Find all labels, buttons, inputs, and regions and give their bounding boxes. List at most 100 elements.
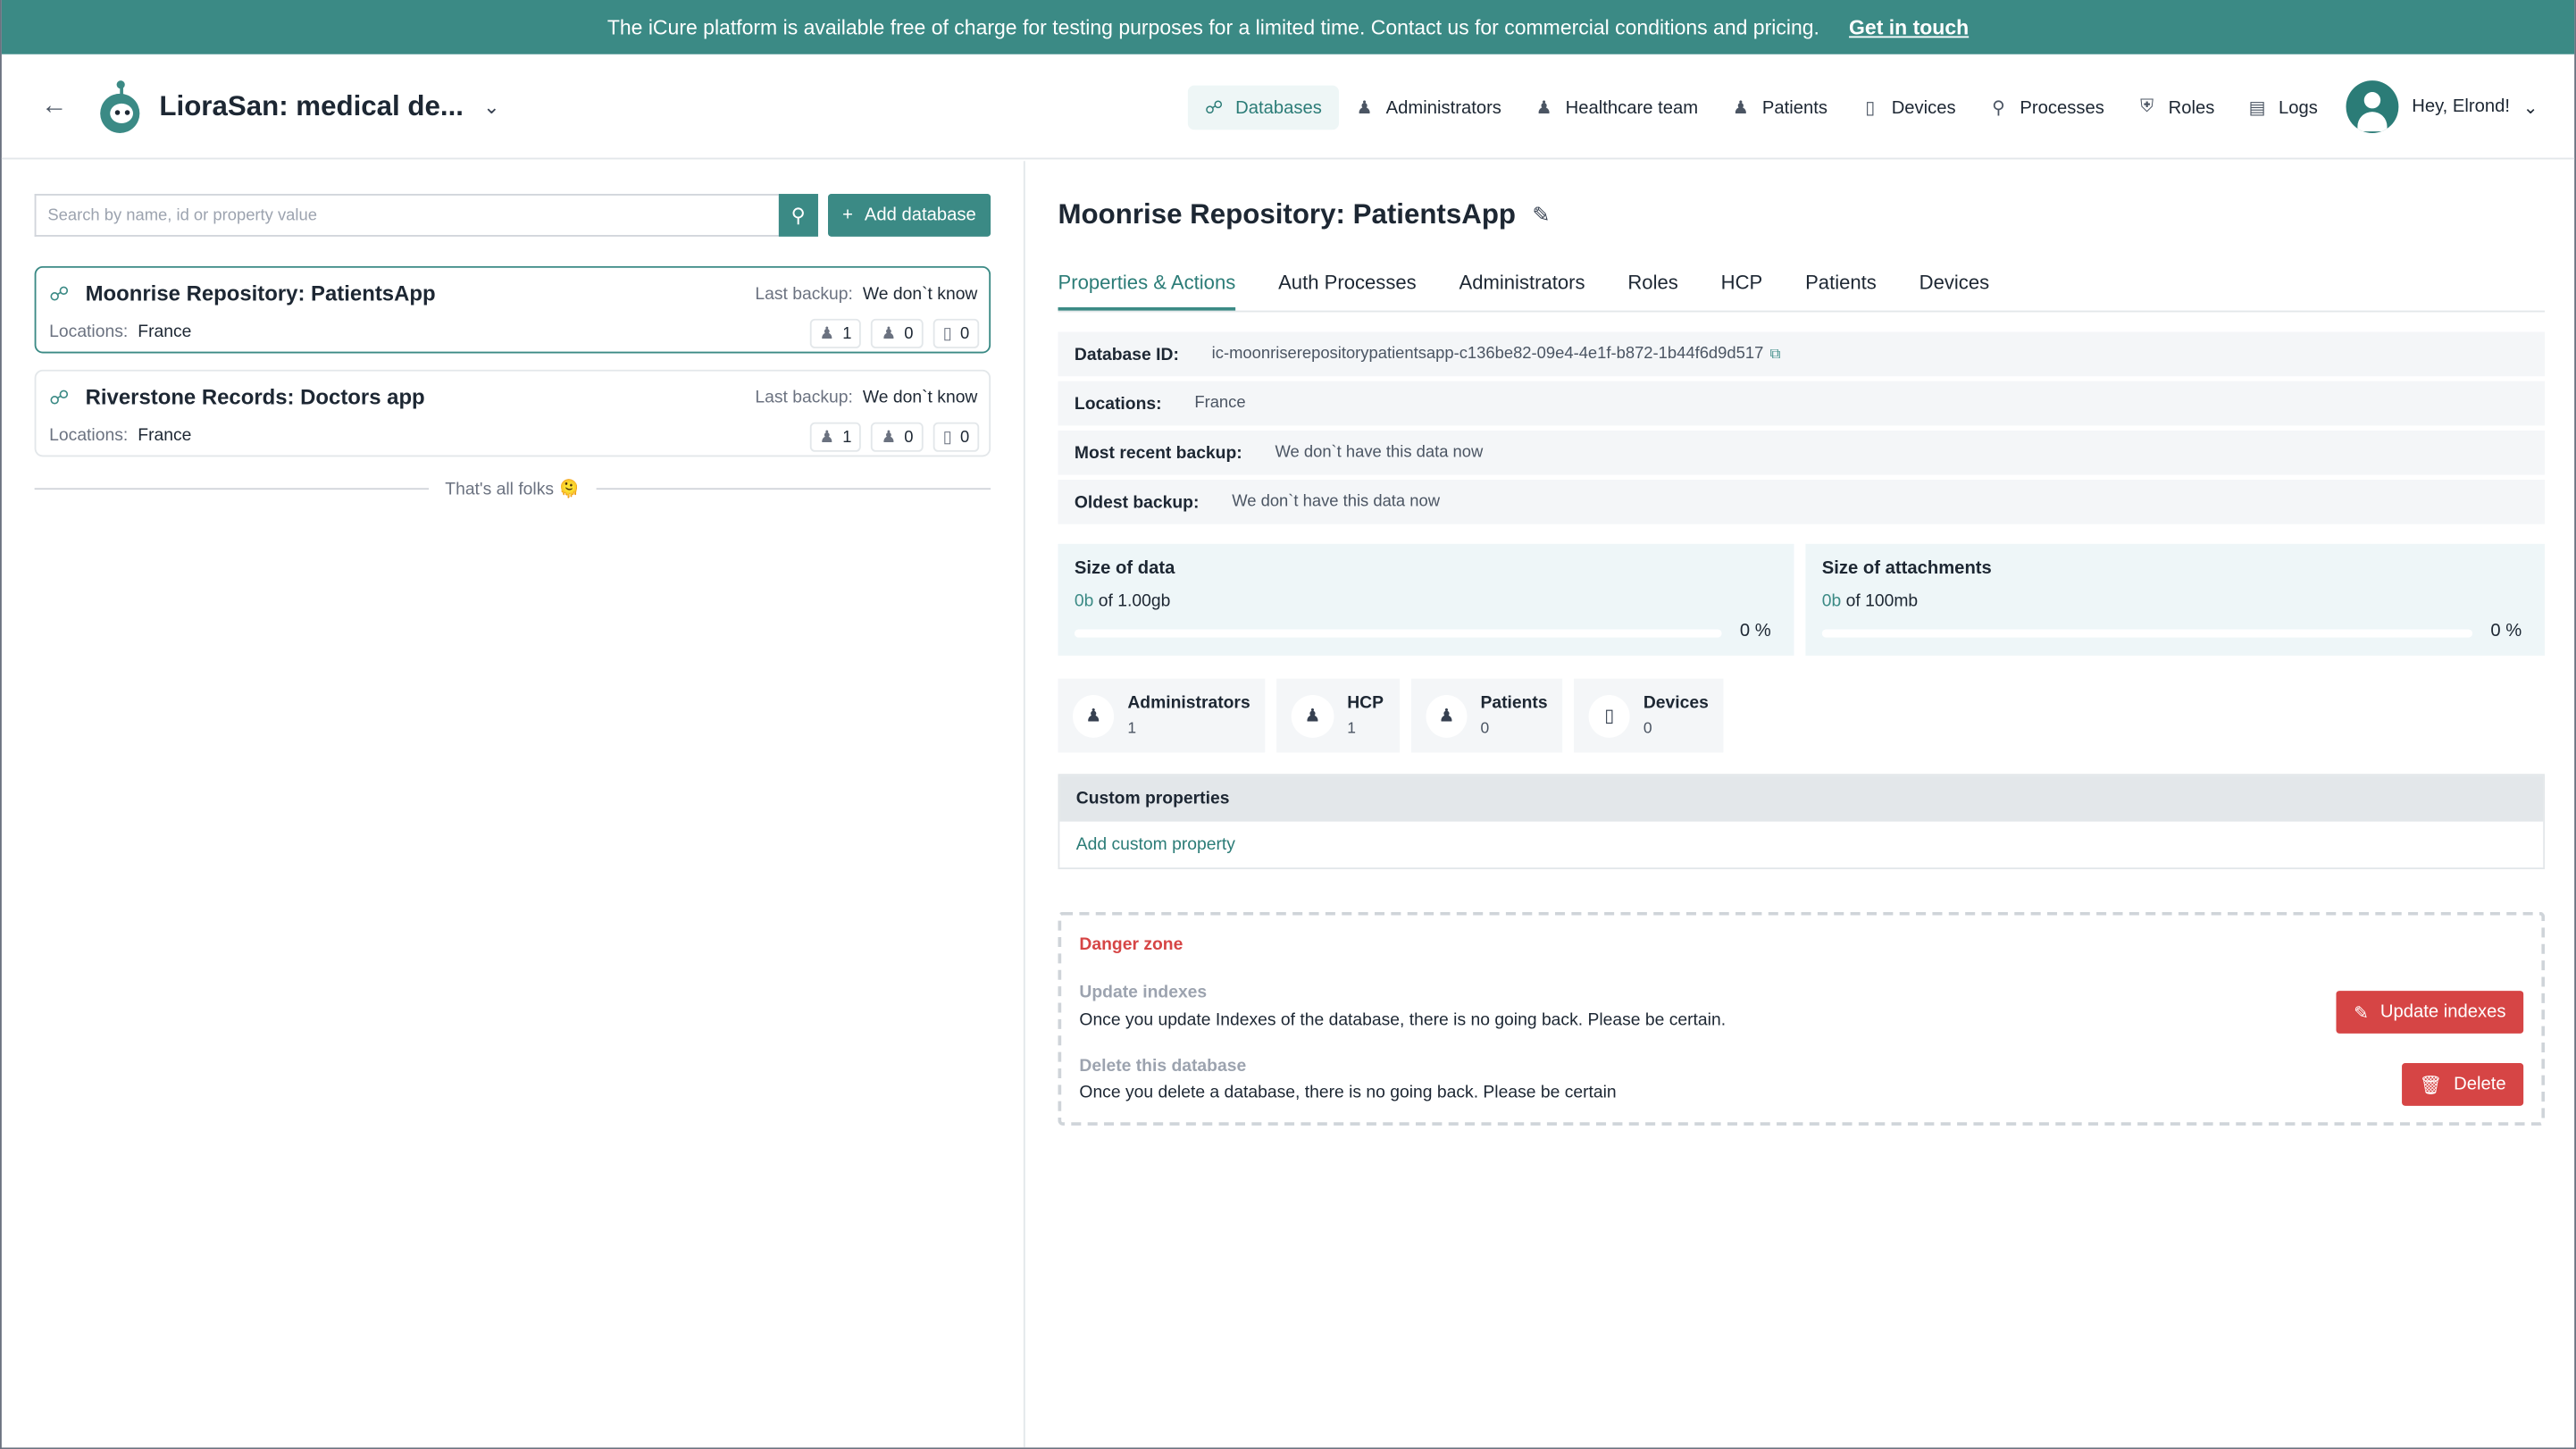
nav-databases[interactable]: ☍ Databases	[1187, 85, 1339, 130]
devices-count-badge: ▯ 0	[933, 422, 980, 452]
plus-icon: +	[842, 205, 853, 225]
nav-label: Databases	[1235, 97, 1322, 118]
database-card[interactable]: ☍ Moonrise Repository: PatientsApp Last …	[34, 265, 991, 354]
nav-label: Logs	[2279, 97, 2318, 118]
devices-icon: ▯	[942, 324, 952, 343]
update-indexes-button[interactable]: ✎ Update indexes	[2336, 991, 2524, 1034]
administrators-icon: ♟	[819, 324, 835, 343]
admins-count-badge: ♟ 1	[809, 318, 862, 348]
search-button[interactable]: ⚲	[778, 194, 818, 237]
get-in-touch-link[interactable]: Get in touch	[1849, 15, 1969, 38]
database-icon: ☍	[49, 386, 70, 409]
hcp-icon: ♟	[1291, 694, 1334, 737]
nav-label: Patients	[1761, 97, 1827, 118]
hcp-count-badge: ♟ 0	[871, 422, 924, 452]
hcp-count-badge: ♟ 0	[871, 318, 924, 348]
tab-administrators[interactable]: Administrators	[1459, 263, 1585, 310]
count-value: 0	[1643, 719, 1652, 738]
copy-icon[interactable]: ⧉	[1770, 345, 1781, 363]
pencil-icon[interactable]: ✎	[1532, 202, 1550, 228]
app-title[interactable]: LioraSan: medical de...	[159, 89, 464, 122]
last-backup: Last backup: We don`t know	[755, 388, 978, 408]
update-indexes-description: Once you update Indexes of the database,…	[1079, 1010, 1727, 1031]
pencil-icon: ✎	[2354, 1002, 2370, 1023]
roles-icon: ⛨	[2140, 96, 2154, 117]
top-bar: ← LioraSan: medical de... ⌄ ☍ Databases …	[1, 54, 2575, 160]
danger-zone-title: Danger zone	[1079, 934, 1183, 955]
progress-percent: 0 %	[2490, 621, 2522, 641]
hcp-count-card[interactable]: ♟ HCP 1	[1276, 678, 1401, 753]
tab-hcp[interactable]: HCP	[1721, 263, 1763, 310]
tab-devices[interactable]: Devices	[1919, 263, 1990, 310]
search-icon: ⚲	[790, 204, 806, 227]
main-nav: ☍ Databases ♟ Administrators ♟ Healthcar…	[1187, 85, 2335, 130]
chevron-down-icon[interactable]: ⌄	[2523, 96, 2538, 117]
size-title: Size of attachments	[1821, 558, 1992, 579]
nav-administrators[interactable]: ♟ Administrators	[1338, 86, 1518, 130]
database-detail-panel: Moonrise Repository: PatientsApp ✎ Prope…	[1058, 161, 2546, 1126]
delete-database-description: Once you delete a database, there is no …	[1079, 1083, 1617, 1103]
devices-count-card[interactable]: ▯ Devices 0	[1574, 678, 1724, 753]
size-of-attachments-card: Size of attachments 0b of 100mb 0 %	[1805, 543, 2546, 656]
administrators-count-card[interactable]: ♟ Administrators 1	[1058, 678, 1266, 753]
count-label: Devices	[1643, 693, 1709, 714]
count-label: Patients	[1480, 693, 1548, 714]
detail-tabs: Properties & Actions Auth Processes Admi…	[1058, 263, 2546, 313]
tab-patients[interactable]: Patients	[1805, 263, 1877, 310]
user-menu[interactable]: Hey, Elrond! ⌄	[2346, 80, 2538, 133]
database-icon: ☍	[49, 282, 70, 306]
logs-icon: ▤	[2248, 98, 2266, 119]
progress-bar	[1821, 629, 2473, 638]
nav-patients[interactable]: ♟ Patients	[1715, 86, 1844, 130]
databases-icon: ☍	[1204, 98, 1224, 119]
tab-properties-actions[interactable]: Properties & Actions	[1058, 263, 1236, 311]
devices-icon: ▯	[1865, 98, 1876, 119]
nav-processes[interactable]: ⚲ Processes	[1972, 86, 2120, 130]
nav-logs[interactable]: ▤ Logs	[2231, 86, 2335, 130]
nav-label: Processes	[2020, 97, 2104, 118]
administrators-icon: ♟	[1356, 98, 1373, 119]
user-greeting: Hey, Elrond!	[2412, 96, 2511, 117]
size-value: 0b of 1.00gb	[1074, 591, 1171, 612]
locations: Locations: France	[49, 425, 192, 446]
end-of-list-text: That's all folks 🫠	[445, 480, 581, 500]
property-key: Locations:	[1074, 393, 1162, 414]
add-custom-property-link[interactable]: Add custom property	[1076, 834, 1235, 854]
nav-label: Roles	[2168, 97, 2215, 118]
danger-zone: Danger zone Update indexes Once you upda…	[1058, 911, 2546, 1126]
nav-healthcare-team[interactable]: ♟ Healthcare team	[1518, 86, 1714, 130]
properties-list: Database ID: ic-moonriserepositorypatien…	[1058, 331, 2546, 524]
delete-button[interactable]: 🗑 Delete	[2402, 1063, 2524, 1106]
add-database-label: Add database	[864, 205, 976, 225]
end-of-list: That's all folks 🫠	[34, 478, 991, 500]
patients-icon: ♟	[1732, 98, 1750, 119]
last-backup: Last backup: We don`t know	[755, 284, 978, 305]
database-card[interactable]: ☍ Riverstone Records: Doctors app Last b…	[34, 369, 991, 457]
database-id-value: ic-moonriserepositorypatientsapp-c136be8…	[1211, 345, 1764, 364]
property-key: Most recent backup:	[1074, 442, 1242, 463]
app-logo	[100, 80, 143, 133]
admins-count-badge: ♟ 1	[809, 422, 862, 452]
nav-roles[interactable]: ⛨ Roles	[2120, 86, 2230, 130]
promo-banner: The iCure platform is available free of …	[1, 0, 2575, 54]
size-title: Size of data	[1074, 558, 1175, 579]
count-label: Administrators	[1127, 693, 1250, 714]
update-indexes-label: Update indexes	[1079, 982, 1208, 1002]
search-input[interactable]	[34, 194, 779, 237]
tab-roles[interactable]: Roles	[1627, 263, 1677, 310]
back-arrow-icon[interactable]: ←	[41, 91, 74, 121]
avatar[interactable]	[2346, 80, 2399, 133]
add-database-button[interactable]: + Add database	[827, 194, 991, 237]
property-row: Most recent backup: We don`t have this d…	[1058, 430, 2546, 475]
page-title: Moonrise Repository: PatientsApp	[1058, 198, 1517, 230]
property-row: Oldest backup: We don`t have this data n…	[1058, 480, 2546, 524]
nav-devices[interactable]: ▯ Devices	[1844, 86, 1972, 130]
administrators-icon: ♟	[819, 428, 835, 447]
tab-auth-processes[interactable]: Auth Processes	[1278, 263, 1417, 310]
database-list-panel: ⚲ + Add database ☍ Moonrise Repository: …	[2, 161, 1025, 1448]
trash-icon: 🗑	[2419, 1075, 2443, 1095]
chevron-down-icon[interactable]: ⌄	[483, 95, 500, 118]
patients-count-card[interactable]: ♟ Patients 0	[1410, 678, 1563, 753]
banner-text: The iCure platform is available free of …	[606, 15, 1819, 39]
hcp-icon: ♟	[881, 324, 897, 343]
